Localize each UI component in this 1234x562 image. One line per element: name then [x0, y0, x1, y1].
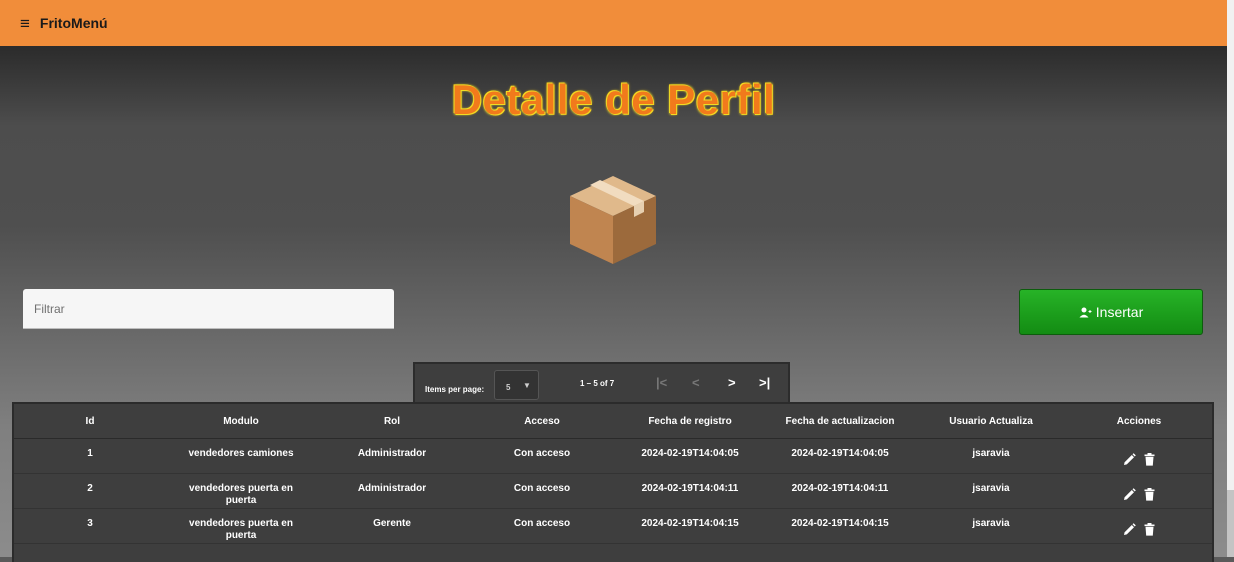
cell-id: 3: [14, 508, 166, 544]
edit-pencil-icon[interactable]: [1123, 488, 1136, 501]
column-header-modulo[interactable]: Modulo: [166, 404, 316, 439]
page-title: Detalle de Perfil: [451, 76, 776, 123]
items-per-page-label: Items per page:: [425, 385, 485, 394]
table-header-row: Id Modulo Rol Acceso Fecha de registro F…: [14, 404, 1212, 439]
column-header-fecha-registro[interactable]: Fecha de registro: [616, 404, 764, 439]
filter-label: Filtrar: [34, 301, 65, 316]
delete-trash-icon[interactable]: [1144, 488, 1155, 501]
page-scrollbar[interactable]: [1227, 0, 1234, 557]
previous-page-button[interactable]: <: [692, 376, 700, 389]
profile-detail-table: Id Modulo Rol Acceso Fecha de registro F…: [12, 402, 1214, 562]
cell-modulo: vendedores camiones: [188, 448, 294, 459]
cell-fecha-actualizacion: 2024-02-19T14:04:11: [764, 473, 916, 509]
cell-rol: Gerente: [316, 508, 468, 544]
app-title[interactable]: FritoMenú: [40, 15, 108, 31]
items-per-page-select[interactable]: 5 ▼: [494, 370, 539, 400]
column-header-rol[interactable]: Rol: [316, 404, 468, 439]
delete-trash-icon[interactable]: [1144, 523, 1155, 536]
column-header-usuario-actualiza[interactable]: Usuario Actualiza: [916, 404, 1066, 439]
column-header-fecha-actualizacion[interactable]: Fecha de actualizacion: [764, 404, 916, 439]
cell-fecha-registro: 2024-02-19T14:04:11: [616, 473, 764, 509]
top-app-bar: ≡ FritoMenú: [0, 0, 1227, 46]
table-row: 2 vendedores puerta en puerta Administra…: [14, 473, 1212, 509]
edit-pencil-icon[interactable]: [1123, 523, 1136, 536]
cell-fecha-registro: 2024-02-19T14:04:15: [616, 508, 764, 544]
column-header-acceso[interactable]: Acceso: [468, 404, 616, 439]
cell-acceso: Con acceso: [468, 438, 616, 474]
cell-fecha-registro: 2024-02-19T14:04:05: [616, 438, 764, 474]
last-page-button[interactable]: >|: [759, 376, 770, 389]
column-header-id[interactable]: Id: [14, 404, 166, 439]
next-page-button[interactable]: >: [728, 376, 736, 389]
first-page-button[interactable]: |<: [656, 376, 667, 389]
filter-input[interactable]: Filtrar: [23, 289, 394, 329]
cell-fecha-actualizacion: 2024-02-19T14:04:05: [764, 438, 916, 474]
insert-button-label: Insertar: [1095, 304, 1144, 320]
scrollbar-thumb[interactable]: [1227, 490, 1234, 557]
column-header-acciones: Acciones: [1066, 404, 1212, 439]
table-row: 3 vendedores puerta en puerta Gerente Co…: [14, 508, 1212, 544]
cell-usuario: jsaravia: [916, 473, 1066, 509]
items-per-page-value: 5: [506, 383, 511, 392]
edit-pencil-icon[interactable]: [1123, 453, 1136, 466]
cell-acceso: Con acceso: [468, 473, 616, 509]
chevron-down-icon: ▼: [523, 381, 531, 390]
table-row: 1 vendedores camiones Administrador Con …: [14, 438, 1212, 474]
hamburger-menu-icon[interactable]: ≡: [20, 15, 30, 32]
cell-usuario: jsaravia: [916, 508, 1066, 544]
page-range-label: 1 – 5 of 7: [580, 379, 615, 388]
insert-button[interactable]: Insertar: [1019, 289, 1203, 335]
cell-fecha-actualizacion: 2024-02-19T14:04:15: [764, 508, 916, 544]
cell-id: 1: [14, 438, 166, 474]
paginator: Items per page: 5 ▼ 1 – 5 of 7 |< < > >|: [413, 362, 790, 404]
cell-modulo: vendedores puerta en puerta: [189, 483, 293, 506]
cell-usuario: jsaravia: [916, 438, 1066, 474]
cell-id: 2: [14, 473, 166, 509]
main-content: Detalle de Perfil Filtrar Insertar Items…: [0, 46, 1227, 562]
delete-trash-icon[interactable]: [1144, 453, 1155, 466]
cell-rol: Administrador: [316, 438, 468, 474]
cell-rol: Administrador: [316, 473, 468, 509]
package-box-icon: [570, 176, 656, 264]
cell-acceso: Con acceso: [468, 508, 616, 544]
person-add-icon: [1079, 307, 1092, 318]
cell-modulo: vendedores puerta en puerta: [189, 518, 293, 541]
